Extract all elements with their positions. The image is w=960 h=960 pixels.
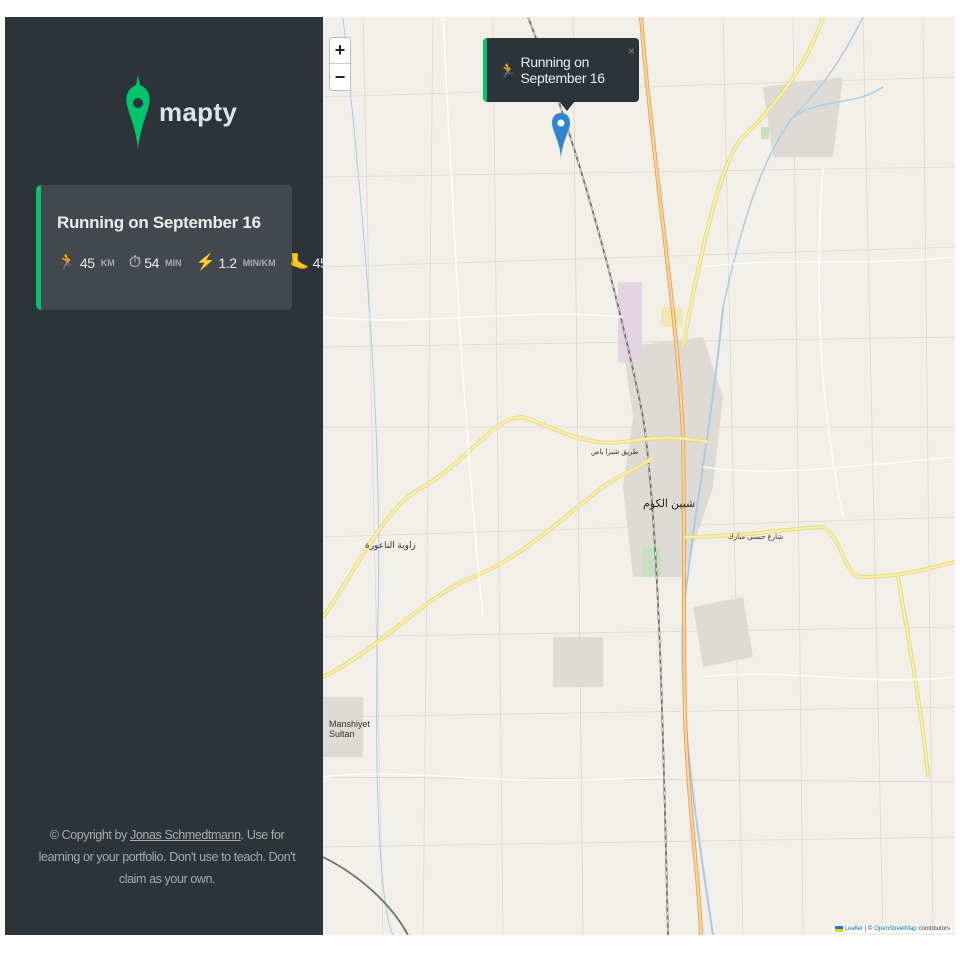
attribution-separator: | ©: [864, 926, 873, 932]
author-link[interactable]: Jonas Schmedtmann: [130, 828, 241, 842]
map[interactable]: شبين الكوم زاوية الناعورة Manshiyet Sult…: [323, 17, 955, 935]
duration-value: 54: [144, 255, 159, 271]
close-icon[interactable]: ×: [628, 44, 635, 58]
brand-name: mapty: [159, 96, 238, 127]
map-pin-icon: [126, 75, 150, 149]
map-tiles[interactable]: [323, 17, 955, 935]
pace-unit: min/km: [242, 258, 276, 268]
workout-distance: 🏃 45 km: [57, 254, 115, 272]
duration-unit: min: [164, 258, 182, 268]
copyright-text: © Copyright by Jonas Schmedtmann. Use fo…: [35, 825, 299, 891]
attribution-suffix: contributors: [918, 926, 950, 932]
logo: mapty: [125, 75, 237, 149]
distance-unit: km: [100, 258, 115, 268]
popup-tip: [559, 101, 575, 111]
workout-details: 🏃 45 km ⏱ 54 min ⚡️ 1.2 min/km 🦶 45: [57, 254, 353, 272]
ukraine-flag-icon: [834, 926, 843, 932]
workout-popup[interactable]: 🏃 Running on September 16 ×: [483, 38, 639, 102]
runner-icon: 🏃: [499, 61, 517, 78]
zoom-in-button[interactable]: +: [330, 38, 350, 64]
runner-icon: 🏃: [57, 254, 77, 271]
road-label: شارع حسني مبارك: [728, 534, 784, 541]
distance-value: 45: [79, 255, 95, 271]
popup-text: Running on September 16: [520, 54, 605, 86]
zoom-out-button[interactable]: −: [330, 64, 350, 90]
osm-link[interactable]: OpenStreetMap: [874, 926, 916, 932]
map-marker-icon[interactable]: [552, 113, 570, 161]
road-label: طريق شبرا باص: [591, 449, 639, 456]
pace-value: 1.2: [218, 255, 237, 271]
leaflet-link[interactable]: Leaflet: [845, 926, 863, 932]
workout-duration: ⏱ 54 min: [128, 254, 182, 272]
workout-title: Running on September 16: [57, 213, 261, 232]
sidebar: mapty Running on September 16 🏃 45 km ⏱ …: [5, 17, 353, 935]
foot-icon: 🦶: [289, 254, 310, 271]
town-label: شبين الكوم: [643, 498, 696, 510]
zoom-control: + −: [329, 37, 351, 91]
stopwatch-icon: ⏱: [128, 254, 142, 271]
village-label: زاوية الناعورة: [365, 540, 416, 550]
map-attribution: Leaflet | © OpenStreetMap contributors: [831, 925, 953, 933]
app-window: mapty Running on September 16 🏃 45 km ⏱ …: [5, 17, 955, 935]
lightning-icon: ⚡️: [195, 254, 216, 271]
copyright-prefix: © Copyright by: [49, 828, 131, 842]
workout-card[interactable]: Running on September 16 🏃 45 km ⏱ 54 min…: [36, 185, 353, 310]
workout-pace: ⚡️ 1.2 min/km: [195, 254, 276, 272]
place-label-manshiyet: Manshiyet Sultan: [329, 719, 371, 739]
